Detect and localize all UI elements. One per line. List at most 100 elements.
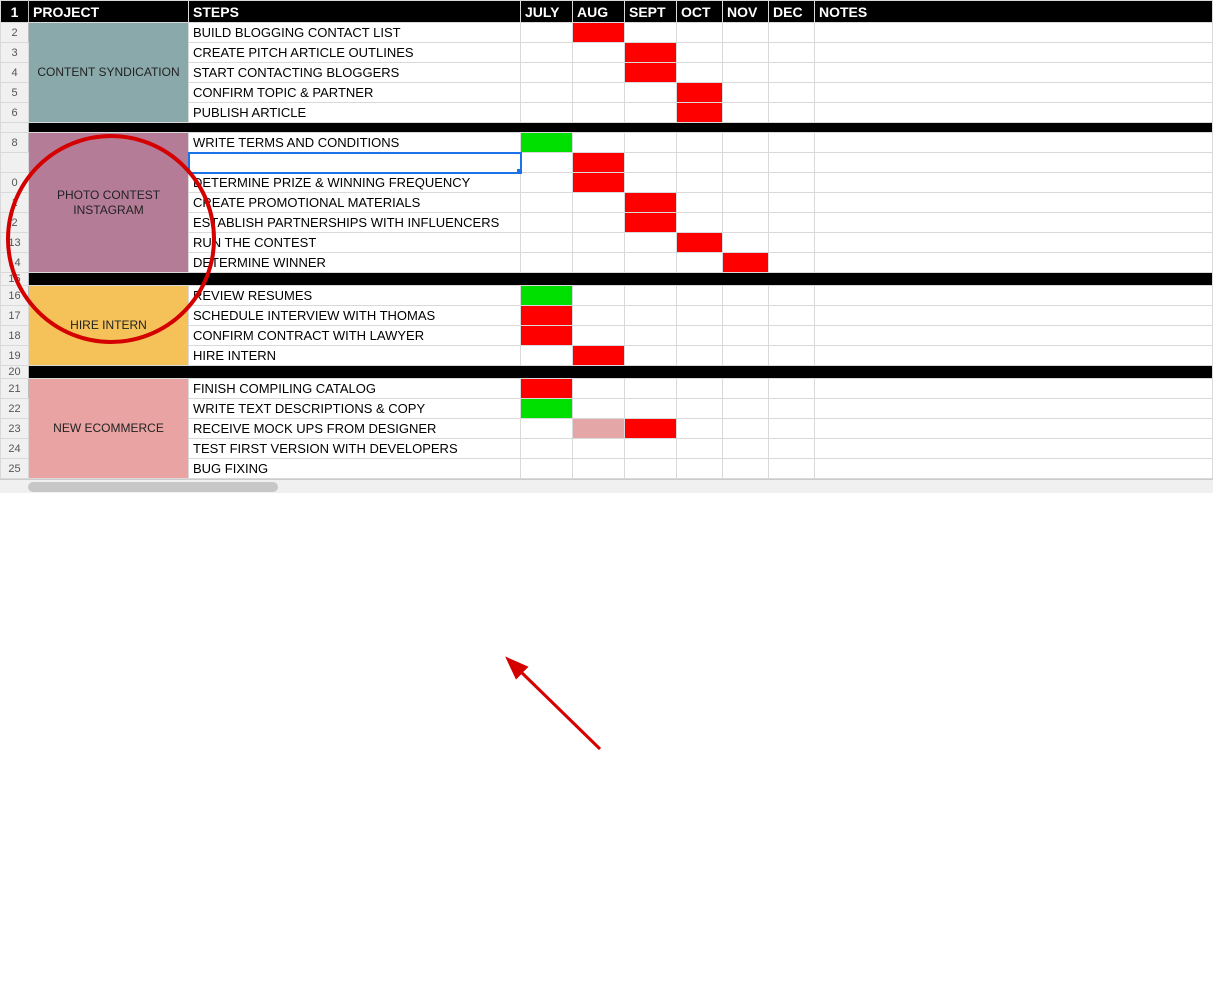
month-cell[interactable] [573, 133, 625, 153]
notes-cell[interactable] [815, 306, 1213, 326]
step-label-cell[interactable]: WRITE TEXT DESCRIPTIONS & COPY [189, 399, 521, 419]
month-cell[interactable] [723, 103, 769, 123]
month-cell[interactable] [573, 419, 625, 439]
month-cell[interactable] [521, 439, 573, 459]
notes-cell[interactable] [815, 253, 1213, 273]
month-cell[interactable] [521, 286, 573, 306]
month-cell[interactable] [677, 326, 723, 346]
spreadsheet-view[interactable]: 1PROJECTSTEPSJULYAUGSEPTOCTNOVDECNOTES2C… [0, 0, 1213, 493]
month-cell[interactable] [573, 379, 625, 399]
month-cell[interactable] [625, 459, 677, 479]
month-cell[interactable] [625, 43, 677, 63]
row-number[interactable] [1, 153, 29, 173]
month-cell[interactable] [769, 193, 815, 213]
month-cell[interactable] [521, 306, 573, 326]
notes-cell[interactable] [815, 379, 1213, 399]
month-cell[interactable] [769, 459, 815, 479]
row-number[interactable]: 2 [1, 213, 29, 233]
month-cell[interactable] [625, 23, 677, 43]
month-cell[interactable] [723, 23, 769, 43]
step-label-cell[interactable]: SCHEDULE INTERVIEW WITH THOMAS [189, 306, 521, 326]
month-cell[interactable] [769, 23, 815, 43]
month-cell[interactable] [625, 399, 677, 419]
horizontal-scrollbar[interactable] [0, 479, 1213, 493]
month-cell[interactable] [723, 439, 769, 459]
month-cell[interactable] [677, 419, 723, 439]
notes-cell[interactable] [815, 23, 1213, 43]
month-cell[interactable] [625, 213, 677, 233]
month-cell[interactable] [769, 326, 815, 346]
step-label-cell[interactable]: HIRE INTERN [189, 346, 521, 366]
month-cell[interactable] [723, 419, 769, 439]
month-cell[interactable] [769, 63, 815, 83]
month-cell[interactable] [573, 346, 625, 366]
project-cell[interactable]: PHOTO CONTEST INSTAGRAM [29, 133, 189, 273]
notes-cell[interactable] [815, 399, 1213, 419]
scrollbar-thumb[interactable] [28, 482, 278, 492]
step-label-cell[interactable]: BUILD BLOGGING CONTACT LIST [189, 23, 521, 43]
row-number[interactable]: 20 [1, 366, 29, 379]
month-cell[interactable] [521, 153, 573, 173]
month-cell[interactable] [521, 63, 573, 83]
notes-cell[interactable] [815, 153, 1213, 173]
project-cell[interactable]: NEW ECOMMERCE [29, 379, 189, 479]
month-cell[interactable] [677, 23, 723, 43]
notes-cell[interactable] [815, 286, 1213, 306]
month-cell[interactable] [677, 63, 723, 83]
month-cell[interactable] [625, 253, 677, 273]
month-cell[interactable] [625, 193, 677, 213]
month-cell[interactable] [677, 379, 723, 399]
step-label-cell[interactable]: TEST FIRST VERSION WITH DEVELOPERS [189, 439, 521, 459]
step-label-cell[interactable]: DETERMINE PRIZE & WINNING FREQUENCY [189, 173, 521, 193]
month-cell[interactable] [521, 253, 573, 273]
month-cell[interactable] [573, 153, 625, 173]
row-number[interactable]: 1 [1, 193, 29, 213]
step-row[interactable]: 8PHOTO CONTEST INSTAGRAMWRITE TERMS AND … [1, 133, 1213, 153]
month-cell[interactable] [625, 306, 677, 326]
month-cell[interactable] [573, 399, 625, 419]
month-cell[interactable] [625, 346, 677, 366]
month-cell[interactable] [723, 43, 769, 63]
notes-cell[interactable] [815, 103, 1213, 123]
month-cell[interactable] [625, 173, 677, 193]
month-cell[interactable] [521, 233, 573, 253]
row-number[interactable]: 22 [1, 399, 29, 419]
row-number[interactable]: 24 [1, 439, 29, 459]
notes-cell[interactable] [815, 459, 1213, 479]
month-cell[interactable] [677, 346, 723, 366]
month-cell[interactable] [521, 399, 573, 419]
month-cell[interactable] [723, 346, 769, 366]
month-cell[interactable] [625, 83, 677, 103]
month-cell[interactable] [723, 83, 769, 103]
month-cell[interactable] [723, 379, 769, 399]
row-number[interactable]: 3 [1, 43, 29, 63]
month-cell[interactable] [723, 233, 769, 253]
month-cell[interactable] [769, 399, 815, 419]
month-cell[interactable] [573, 23, 625, 43]
step-label-cell[interactable]: RUN THE CONTEST [189, 233, 521, 253]
step-label-cell[interactable]: CREATE PROMOTIONAL MATERIALS [189, 193, 521, 213]
month-cell[interactable] [723, 133, 769, 153]
month-cell[interactable] [625, 103, 677, 123]
month-cell[interactable] [677, 213, 723, 233]
month-cell[interactable] [521, 419, 573, 439]
month-cell[interactable] [521, 173, 573, 193]
row-number[interactable]: 21 [1, 379, 29, 399]
step-label-cell[interactable]: PUBLISH ARTICLE [189, 103, 521, 123]
month-cell[interactable] [769, 43, 815, 63]
month-cell[interactable] [521, 459, 573, 479]
month-cell[interactable] [625, 286, 677, 306]
month-cell[interactable] [677, 459, 723, 479]
month-cell[interactable] [573, 459, 625, 479]
row-number[interactable]: 18 [1, 326, 29, 346]
row-number[interactable] [1, 123, 29, 133]
row-number[interactable]: 15 [1, 273, 29, 286]
month-cell[interactable] [723, 253, 769, 273]
notes-cell[interactable] [815, 419, 1213, 439]
month-cell[interactable] [769, 83, 815, 103]
month-cell[interactable] [769, 133, 815, 153]
month-cell[interactable] [769, 346, 815, 366]
month-cell[interactable] [769, 173, 815, 193]
month-cell[interactable] [521, 379, 573, 399]
month-cell[interactable] [677, 253, 723, 273]
